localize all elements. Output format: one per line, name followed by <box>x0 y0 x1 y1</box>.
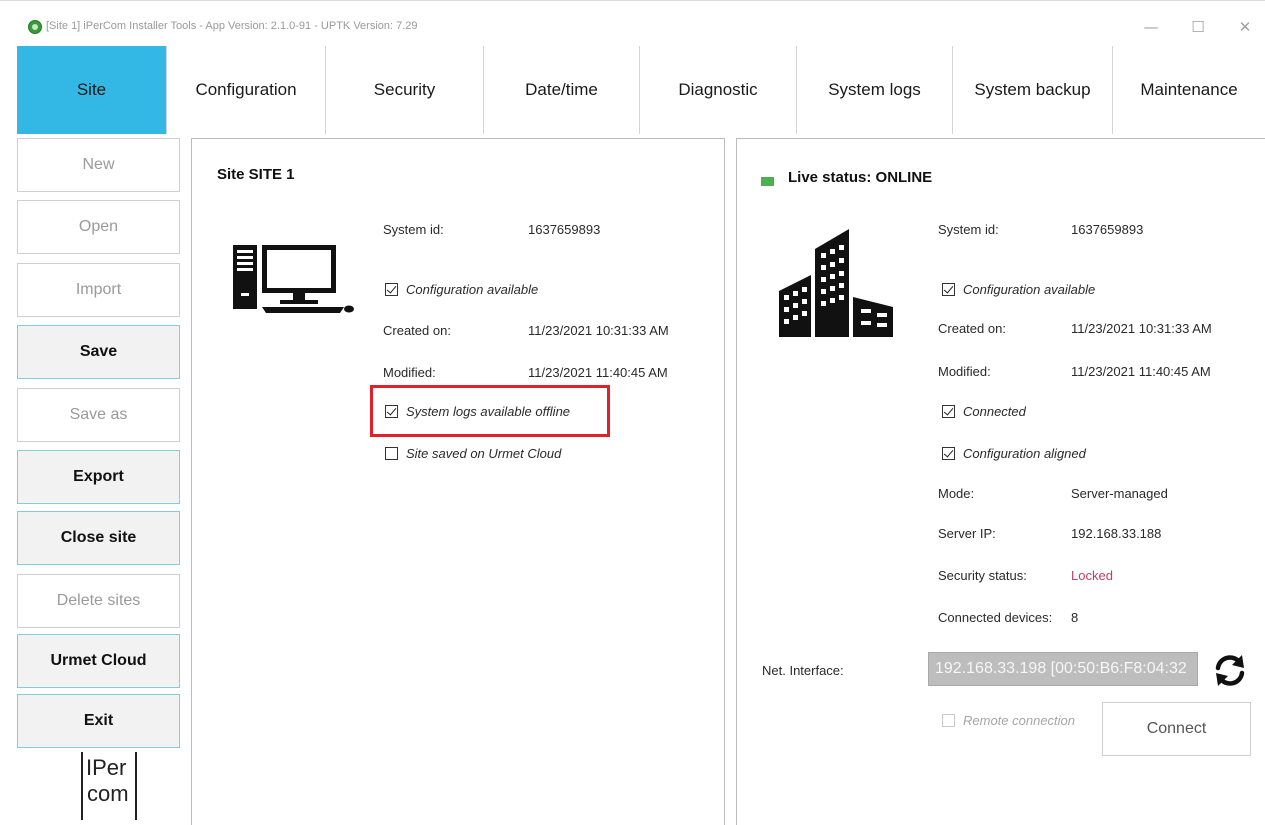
new-button[interactable]: New <box>17 138 180 192</box>
live-modified-label: Modified: <box>938 364 991 379</box>
check-icon <box>385 405 398 418</box>
title-bar: [Site 1] iPerCom Installer Tools - App V… <box>0 0 1265 46</box>
tab-system-backup[interactable]: System backup <box>953 46 1113 134</box>
modified-label: Modified: <box>383 365 436 380</box>
open-button[interactable]: Open <box>17 200 180 254</box>
connected-devices-label: Connected devices: <box>938 610 1053 625</box>
export-button[interactable]: Export <box>17 450 180 504</box>
app-logo-icon <box>28 20 42 34</box>
close-button[interactable]: ✕ <box>1225 13 1265 41</box>
site-title: Site SITE 1 <box>217 166 295 183</box>
online-status-indicator <box>761 177 774 186</box>
live-modified-value: 11/23/2021 11:40:45 AM <box>1071 364 1211 379</box>
live-configuration-available-label: Configuration available <box>963 282 1096 297</box>
live-status-panel: Live status: ONLINE System id: 163765989… <box>736 138 1265 825</box>
save-button[interactable]: Save <box>17 325 180 379</box>
tab-diagnostic[interactable]: Diagnostic <box>640 46 797 134</box>
check-icon <box>942 405 955 418</box>
tab-site[interactable]: Site <box>17 46 167 134</box>
sidebar: New Open Import Save Save as Export Clos… <box>17 138 180 825</box>
configuration-available-label: Configuration available <box>406 282 539 297</box>
system-logs-offline-label: System logs available offline <box>406 404 571 419</box>
connect-button[interactable]: Connect <box>1102 702 1251 756</box>
urmet-cloud-button[interactable]: Urmet Cloud <box>17 634 180 688</box>
tab-security[interactable]: Security <box>326 46 484 134</box>
system-id-label: System id: <box>383 222 444 237</box>
window-title: [Site 1] iPerCom Installer Tools - App V… <box>46 20 418 32</box>
logo-text-line1: IPer <box>86 755 127 780</box>
security-status-value: Locked <box>1071 568 1113 583</box>
created-on-value: 11/23/2021 10:31:33 AM <box>528 323 669 338</box>
check-icon <box>385 283 398 296</box>
site-panel: Site SITE 1 System id: 1637659893 Config… <box>191 138 725 825</box>
mode-value: Server-managed <box>1071 486 1168 501</box>
system-id-value: 1637659893 <box>528 222 601 237</box>
minimize-button[interactable]: — <box>1131 13 1171 41</box>
main-tab-bar: Site Configuration Security Date/time Di… <box>17 46 1265 134</box>
net-interface-label: Net. Interface: <box>762 663 844 678</box>
ipercom-logo: IPer com <box>81 752 137 820</box>
live-system-id-label: System id: <box>938 222 999 237</box>
tab-date-time[interactable]: Date/time <box>484 46 640 134</box>
desktop-computer-icon <box>233 245 354 313</box>
net-interface-select[interactable]: 192.168.33.198 [00:50:B6:F8:04:32 <box>928 652 1198 686</box>
refresh-icon[interactable] <box>1211 652 1249 688</box>
save-as-button[interactable]: Save as <box>17 388 180 442</box>
check-icon <box>942 447 955 460</box>
configuration-available-checkbox: Configuration available <box>385 282 538 297</box>
site-saved-cloud-label: Site saved on Urmet Cloud <box>406 446 562 461</box>
close-site-button[interactable]: Close site <box>17 511 180 565</box>
connected-label: Connected <box>963 404 1026 419</box>
mode-label: Mode: <box>938 486 975 501</box>
server-ip-value: 192.168.33.188 <box>1071 526 1162 541</box>
remote-connection-checkbox[interactable]: Remote connection <box>942 713 1075 728</box>
live-created-on-value: 11/23/2021 10:31:33 AM <box>1071 321 1212 336</box>
live-status-title: Live status: ONLINE <box>788 169 933 186</box>
tab-configuration[interactable]: Configuration <box>167 46 326 134</box>
unchecked-box-icon <box>385 447 398 460</box>
live-system-id-value: 1637659893 <box>1071 222 1144 237</box>
site-saved-cloud-checkbox: Site saved on Urmet Cloud <box>385 446 561 461</box>
tab-system-logs[interactable]: System logs <box>797 46 953 134</box>
delete-sites-button[interactable]: Delete sites <box>17 574 180 628</box>
connected-devices-value: 8 <box>1071 610 1079 625</box>
check-icon <box>942 283 955 296</box>
configuration-aligned-checkbox: Configuration aligned <box>942 446 1086 461</box>
connected-checkbox: Connected <box>942 404 1026 419</box>
security-status-label: Security status: <box>938 568 1027 583</box>
configuration-aligned-label: Configuration aligned <box>963 446 1086 461</box>
created-on-label: Created on: <box>383 323 451 338</box>
import-button[interactable]: Import <box>17 263 180 317</box>
server-ip-label: Server IP: <box>938 526 996 541</box>
live-configuration-available-checkbox: Configuration available <box>942 282 1095 297</box>
live-created-on-label: Created on: <box>938 321 1006 336</box>
office-building-icon <box>779 229 893 337</box>
maximize-button[interactable]: ☐ <box>1178 13 1218 41</box>
unchecked-box-icon <box>942 714 955 727</box>
tab-maintenance[interactable]: Maintenance <box>1113 46 1265 134</box>
logo-text-line2: com <box>87 781 129 806</box>
system-logs-offline-checkbox: System logs available offline <box>385 404 570 419</box>
modified-value: 11/23/2021 11:40:45 AM <box>528 365 668 380</box>
remote-connection-label: Remote connection <box>963 713 1076 728</box>
exit-button[interactable]: Exit <box>17 694 180 748</box>
